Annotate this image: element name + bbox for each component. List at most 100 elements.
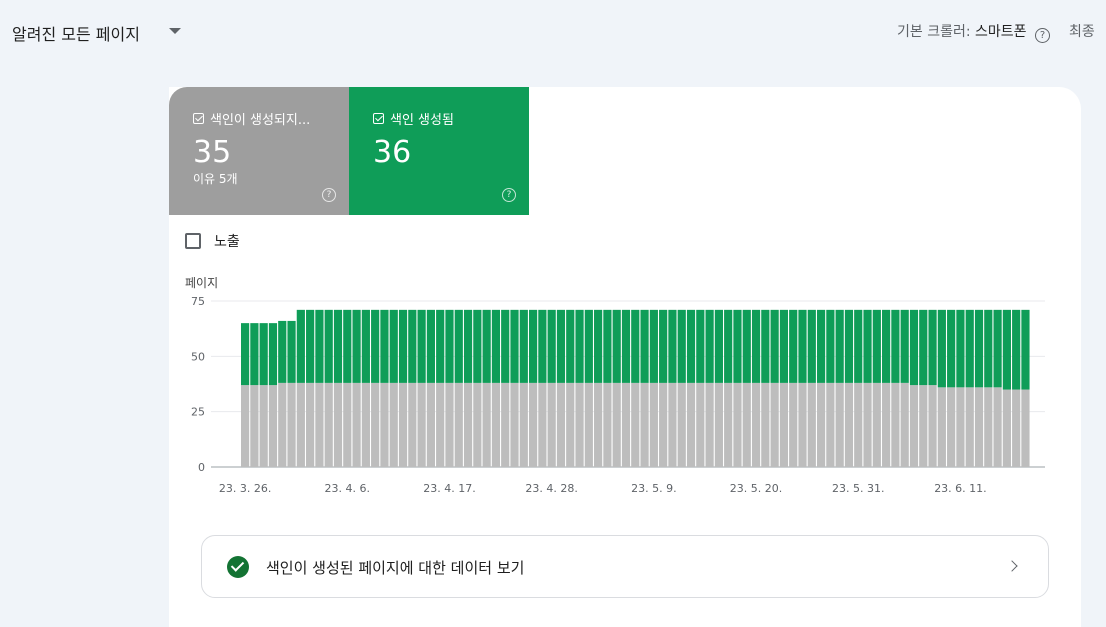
metric-title: 색인 생성됨: [373, 109, 529, 128]
bar-indexed: [519, 309, 528, 383]
bar-not-indexed: [371, 382, 380, 467]
bar-not-indexed: [779, 382, 789, 467]
chevron-right-icon[interactable]: [1006, 560, 1018, 572]
bar-indexed: [463, 309, 473, 383]
impressions-checkbox[interactable]: [185, 233, 201, 249]
help-icon[interactable]: ?: [1035, 28, 1050, 43]
bar-not-indexed: [621, 382, 631, 467]
bar-not-indexed: [696, 382, 705, 467]
bar-indexed: [844, 309, 854, 383]
x-tick-label: 23. 6. 11.: [934, 482, 986, 495]
bar-not-indexed: [519, 382, 528, 467]
bar-indexed: [501, 309, 510, 383]
bar-not-indexed: [594, 382, 603, 467]
bar-not-indexed: [408, 382, 417, 467]
bar-not-indexed: [631, 382, 640, 467]
bar-indexed: [770, 309, 779, 383]
bar-indexed: [482, 309, 491, 383]
bar-indexed: [268, 323, 278, 386]
dropdown-icon[interactable]: [169, 28, 181, 34]
bar-indexed: [659, 309, 668, 383]
bar-indexed: [547, 309, 556, 383]
bar-indexed: [668, 309, 677, 383]
impressions-toggle[interactable]: 노출: [185, 231, 240, 251]
bar-indexed: [436, 309, 445, 383]
metric-value: 36: [373, 135, 412, 170]
bar-not-indexed: [250, 385, 259, 467]
bar-indexed: [575, 309, 584, 383]
link-text: 색인이 생성된 페이지에 대한 데이터 보기: [266, 559, 525, 577]
metric-not-indexed[interactable]: 색인이 생성되지... 35 이유 5개 ?: [169, 87, 349, 215]
bar-indexed: [473, 309, 482, 383]
bar-indexed: [891, 309, 900, 383]
metric-title-text: 색인 생성됨: [390, 113, 454, 128]
bar-indexed: [965, 309, 974, 388]
bar-not-indexed: [891, 382, 900, 467]
bar-not-indexed: [389, 382, 398, 467]
bar-not-indexed: [259, 385, 268, 467]
bar-not-indexed: [241, 385, 250, 467]
x-tick-label: 23. 4. 6.: [325, 482, 370, 495]
bar-not-indexed: [751, 382, 761, 467]
bar-not-indexed: [324, 382, 333, 467]
metric-title-text: 색인이 생성되지...: [210, 113, 311, 128]
bar-indexed: [278, 320, 287, 383]
bar-indexed: [352, 309, 361, 383]
latest-update-label: 최종: [1069, 24, 1095, 40]
bar-not-indexed: [854, 382, 863, 467]
bar-indexed: [714, 309, 723, 383]
top-bar: 알려진 모든 페이지 기본 크롤러: 스마트폰 ? 최종: [0, 0, 1106, 62]
bar-not-indexed: [947, 387, 956, 467]
help-icon[interactable]: ?: [502, 188, 516, 202]
bar-not-indexed: [445, 382, 454, 467]
bar-indexed: [510, 309, 519, 383]
bar-indexed: [724, 309, 733, 383]
bar-indexed: [380, 309, 389, 383]
bar-indexed: [528, 309, 538, 383]
x-tick-label: 23. 4. 17.: [423, 482, 475, 495]
bar-not-indexed: [826, 382, 835, 467]
bar-not-indexed: [473, 382, 482, 467]
bar-indexed: [445, 309, 454, 383]
bar-indexed: [937, 309, 946, 388]
bar-not-indexed: [501, 382, 510, 467]
help-icon[interactable]: ?: [322, 188, 336, 202]
view-indexed-pages-link[interactable]: 색인이 생성된 페이지에 대한 데이터 보기: [201, 535, 1049, 598]
bar-indexed: [631, 309, 640, 383]
bar-indexed: [287, 320, 296, 383]
bar-indexed: [798, 309, 807, 383]
bar-indexed: [1012, 309, 1021, 390]
bar-not-indexed: [528, 382, 538, 467]
x-tick-label: 23. 5. 31.: [832, 482, 884, 495]
y-tick-label: 0: [198, 461, 205, 474]
bar-not-indexed: [510, 382, 519, 467]
bar-indexed: [677, 309, 686, 383]
bar-not-indexed: [798, 382, 807, 467]
bar-not-indexed: [733, 382, 742, 467]
bar-not-indexed: [640, 382, 649, 467]
bar-indexed: [686, 309, 696, 383]
bar-not-indexed: [965, 387, 974, 467]
bar-not-indexed: [956, 387, 965, 467]
bar-indexed: [751, 309, 761, 383]
checkbox-icon[interactable]: [373, 113, 384, 124]
page-selector[interactable]: 알려진 모든 페이지: [12, 21, 140, 45]
bar-indexed: [826, 309, 835, 383]
checkbox-icon[interactable]: [193, 113, 204, 124]
bar-not-indexed: [361, 382, 370, 467]
bar-not-indexed: [928, 385, 937, 467]
bar-not-indexed: [919, 385, 928, 467]
impressions-label: 노출: [214, 234, 240, 250]
bar-not-indexed: [835, 382, 844, 467]
bar-not-indexed: [556, 382, 566, 467]
metric-value: 35: [193, 135, 232, 170]
coverage-card: 색인이 생성되지... 35 이유 5개 ? 색인 생성됨 36 ? 노출 페이…: [169, 87, 1081, 627]
bar-indexed: [872, 309, 881, 383]
metric-title: 색인이 생성되지...: [193, 109, 349, 128]
y-axis-title: 페이지: [185, 276, 218, 290]
metric-indexed[interactable]: 색인 생성됨 36 ?: [349, 87, 529, 215]
bar-indexed: [621, 309, 631, 383]
bar-indexed: [324, 309, 333, 383]
bar-indexed: [361, 309, 370, 383]
bar-not-indexed: [882, 382, 891, 467]
